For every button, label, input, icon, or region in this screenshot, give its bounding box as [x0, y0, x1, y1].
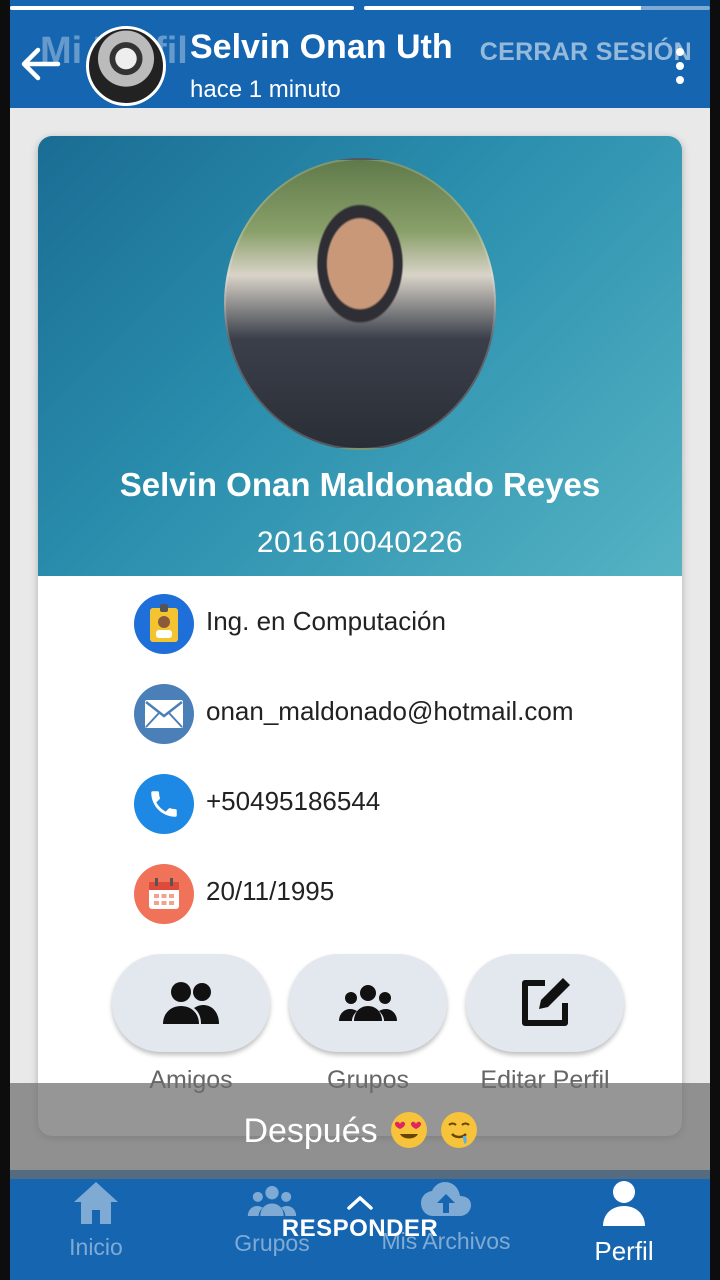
- logout-button[interactable]: CERRAR SESIÓN: [480, 38, 692, 67]
- profile-id: 201610040226: [256, 526, 464, 559]
- story-progress-segment: [10, 6, 354, 10]
- profile-card: Selvin Onan Maldonado Reyes 201610040226…: [38, 136, 682, 1136]
- groups-icon: [339, 985, 397, 1021]
- info-phone[interactable]: +50495186544: [206, 786, 380, 817]
- nav-label-inicio: Inicio: [69, 1234, 123, 1260]
- chevron-up-icon: [347, 1196, 373, 1210]
- story-progress-segment: [364, 6, 710, 10]
- person-icon: [603, 1181, 645, 1226]
- id-badge-icon: [134, 594, 194, 654]
- story-progress: [10, 6, 710, 10]
- back-arrow-icon[interactable]: [18, 42, 62, 86]
- profile-header: Selvin Onan Maldonado Reyes 201610040226: [38, 136, 682, 576]
- drooling-face-emoji-icon: [440, 1111, 477, 1148]
- profile-photo: [224, 158, 496, 450]
- friends-icon: [163, 982, 219, 1024]
- heart-eyes-emoji-icon: [391, 1111, 428, 1148]
- info-birthday: 20/11/1995: [206, 876, 335, 906]
- phone-icon: [134, 774, 194, 834]
- story-caption-bar: Después: [10, 1083, 710, 1179]
- avatar[interactable]: [86, 26, 166, 106]
- reply-button[interactable]: RESPONDER: [250, 1195, 470, 1243]
- home-icon: [74, 1182, 118, 1224]
- story-user-name[interactable]: Selvin Onan Uth: [190, 28, 453, 67]
- nav-item-inicio[interactable]: Inicio: [26, 1180, 166, 1276]
- email-icon: [134, 684, 194, 744]
- edit-icon: [522, 978, 570, 1026]
- story-caption: Después: [243, 1111, 477, 1151]
- nav-item-perfil[interactable]: Perfil: [554, 1180, 694, 1276]
- info-row-career: Ing. en Computación: [134, 594, 654, 656]
- story-timestamp: hace 1 minuto: [190, 76, 341, 103]
- edit-profile-button[interactable]: [466, 954, 624, 1052]
- info-email[interactable]: onan_maldonado@hotmail.com: [206, 696, 574, 727]
- nav-label-perfil: Perfil: [594, 1236, 654, 1266]
- reply-label: RESPONDER: [281, 1215, 439, 1242]
- calendar-icon: [134, 864, 194, 924]
- profile-name: Selvin Onan Maldonado Reyes: [119, 466, 601, 503]
- info-row-phone: +50495186544: [134, 774, 654, 836]
- groups-button[interactable]: [289, 954, 447, 1052]
- story-frame: Mi Perfil CERRAR SESIÓN Selvin Onan Mald…: [10, 0, 710, 1280]
- info-row-birthday: 20/11/1995: [134, 864, 654, 926]
- more-options-icon[interactable]: [676, 48, 686, 84]
- info-row-email: onan_maldonado@hotmail.com: [134, 684, 654, 746]
- friends-button[interactable]: [112, 954, 270, 1052]
- info-career: Ing. en Computación: [206, 606, 446, 636]
